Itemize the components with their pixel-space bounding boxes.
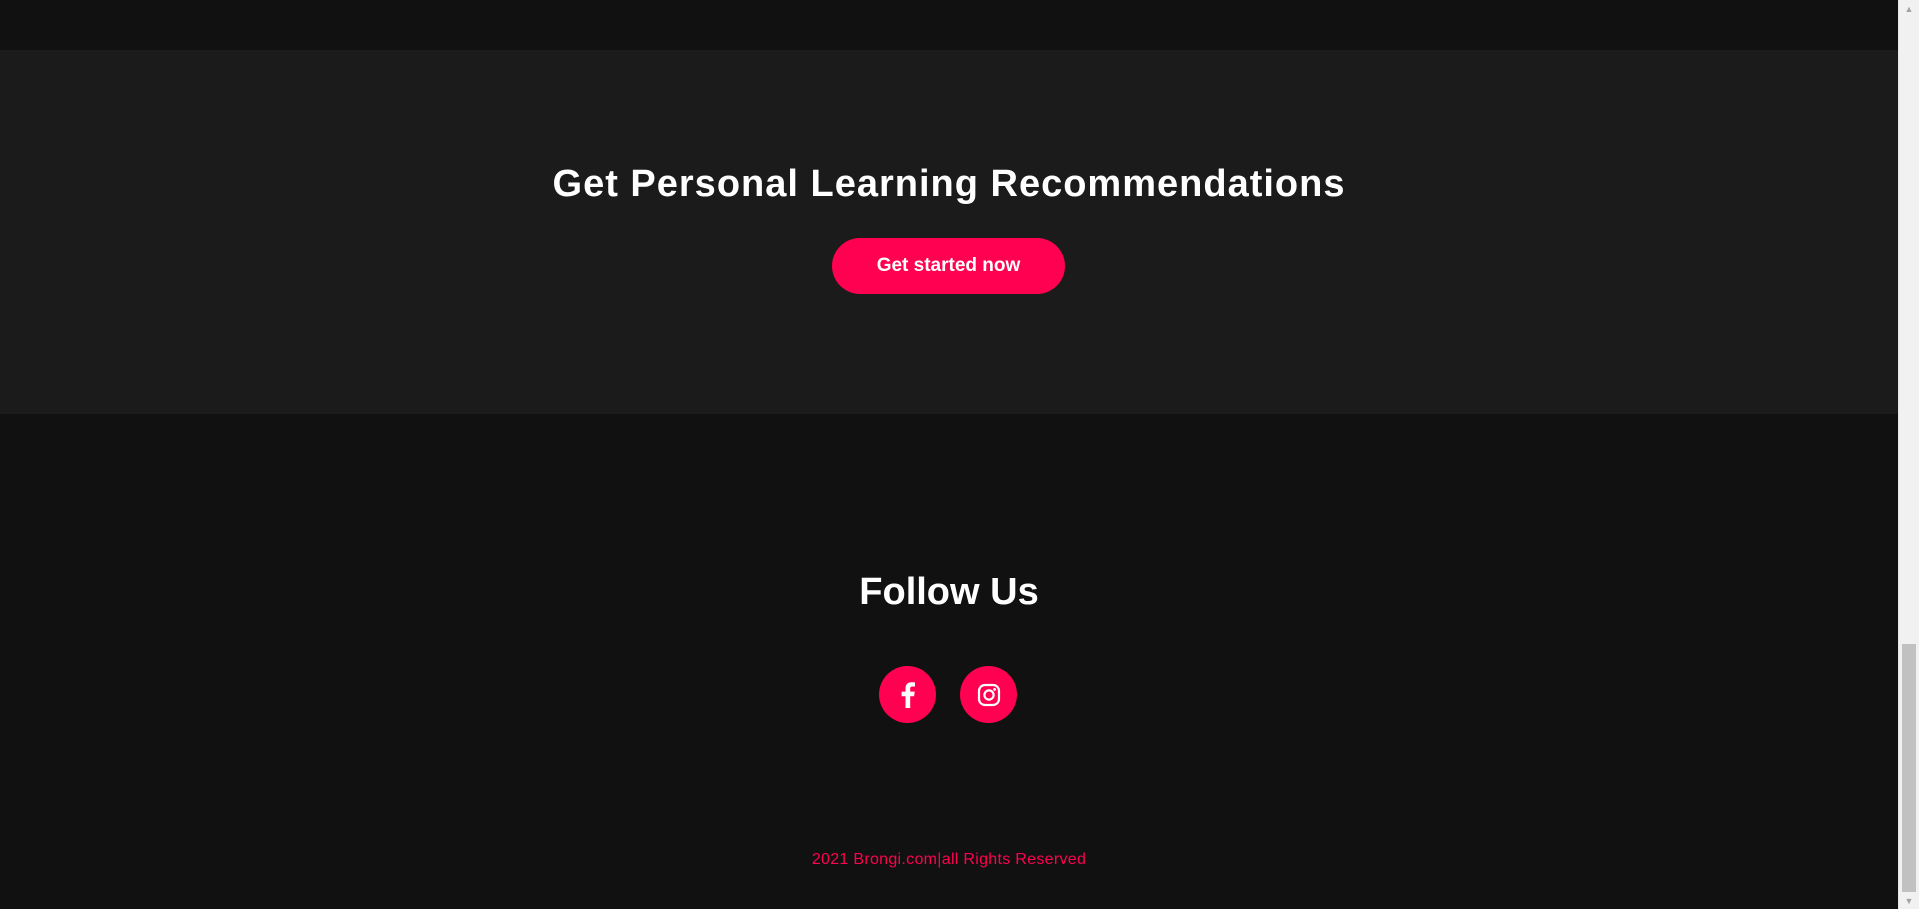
facebook-link[interactable] bbox=[879, 666, 936, 723]
page: Get Personal Learning Recommendations Ge… bbox=[0, 0, 1919, 909]
instagram-link[interactable] bbox=[960, 666, 1017, 723]
cta-section bbox=[0, 50, 1898, 414]
scroll-up-arrow-icon[interactable]: ▲ bbox=[1899, 0, 1919, 17]
follow-us-heading: Follow Us bbox=[859, 571, 1039, 613]
vertical-scrollbar[interactable]: ▲ ▼ bbox=[1898, 0, 1919, 909]
copyright-text: 2021 Brongi.com|all Rights Reserved bbox=[811, 851, 1087, 868]
main-content: Get Personal Learning Recommendations Ge… bbox=[0, 0, 1898, 909]
facebook-icon bbox=[901, 681, 915, 708]
footer bbox=[0, 414, 1898, 909]
instagram-icon bbox=[977, 683, 1000, 706]
cta-heading: Get Personal Learning Recommendations bbox=[552, 163, 1346, 205]
scroll-thumb[interactable] bbox=[1902, 644, 1916, 892]
scroll-down-arrow-icon[interactable]: ▼ bbox=[1899, 892, 1919, 909]
get-started-button[interactable]: Get started now bbox=[832, 238, 1065, 294]
top-strip bbox=[0, 0, 1898, 50]
